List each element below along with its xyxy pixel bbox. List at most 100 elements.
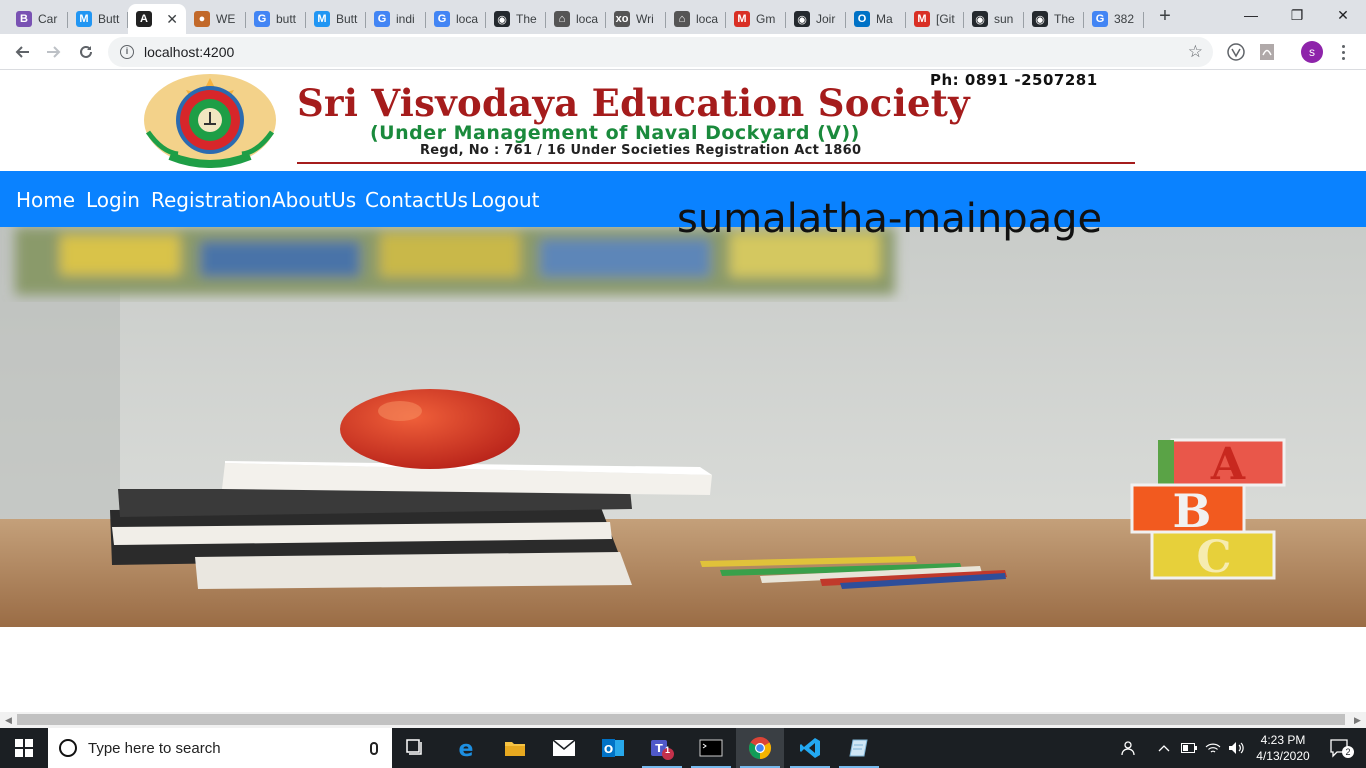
github-icon: ◉ — [972, 11, 988, 27]
browser-tab[interactable]: Gindi — [366, 4, 426, 34]
tab-title: Ma — [876, 12, 893, 26]
edge-icon[interactable]: e — [442, 728, 490, 768]
browser-menu-icon[interactable] — [1334, 40, 1352, 64]
windows-taskbar: Type here to search e O T 1 4:23 PM 4/13… — [0, 728, 1366, 768]
browser-tab[interactable]: ⌂ loca — [666, 4, 726, 34]
terminal-icon[interactable] — [687, 728, 735, 768]
github-icon: ◉ — [494, 11, 510, 27]
scroll-right-arrow-icon[interactable]: ▶ — [1354, 715, 1361, 726]
tab-title: The — [1054, 12, 1075, 26]
pdf-extension-icon[interactable] — [1257, 42, 1277, 62]
browser-tab[interactable]: Gloca — [426, 4, 486, 34]
browser-tab[interactable]: Gbutt — [246, 4, 306, 34]
browser-tab[interactable]: xo Wri — [606, 4, 666, 34]
taskbar-search[interactable]: Type here to search — [48, 728, 392, 768]
minimize-button[interactable]: — — [1228, 0, 1274, 30]
search-placeholder[interactable]: Type here to search — [88, 740, 221, 757]
address-bar[interactable]: i localhost:4200 ☆ — [108, 37, 1213, 67]
new-tab-button[interactable]: + — [1153, 6, 1177, 28]
tab-title: sun — [994, 12, 1014, 26]
people-icon[interactable] — [1118, 728, 1140, 768]
browser-tab[interactable]: A ✕ — [128, 4, 186, 34]
tab-title: Gm — [756, 12, 776, 26]
close-window-button[interactable]: ✕ — [1320, 0, 1366, 30]
tab-title: Butt — [98, 12, 120, 26]
notepad-icon[interactable] — [835, 728, 883, 768]
svg-text:T: T — [655, 742, 663, 755]
reload-button[interactable] — [74, 40, 98, 64]
restore-button[interactable]: ❐ — [1274, 0, 1320, 30]
mail-icon[interactable] — [540, 728, 588, 768]
arrow-left-icon — [15, 46, 29, 58]
bootstrap-icon: B — [16, 11, 32, 27]
browser-tab[interactable]: M Gm — [726, 4, 786, 34]
browser-tab[interactable]: ◉ Joir — [786, 4, 846, 34]
material-icon: M — [314, 11, 330, 27]
nav-registration[interactable]: Registration — [151, 188, 272, 212]
browser-tab[interactable]: ◉ The — [486, 4, 546, 34]
close-tab-icon[interactable]: ✕ — [166, 11, 178, 28]
battery-icon[interactable] — [1180, 728, 1198, 768]
teams-icon[interactable]: T 1 — [638, 728, 686, 768]
material-icon: M — [76, 11, 92, 27]
svg-text:e: e — [459, 737, 474, 759]
svg-text:C: C — [1196, 532, 1231, 583]
file-explorer-icon[interactable] — [491, 728, 539, 768]
svg-text:A: A — [1210, 439, 1246, 490]
browser-tab[interactable]: ◉ The — [1024, 4, 1084, 34]
notification-count: 2 — [1342, 746, 1354, 758]
horizontal-scrollbar[interactable]: ◀ ▶ — [0, 712, 1366, 728]
registration-line: Regd, No : 761 / 16 Under Societies Regi… — [420, 143, 862, 158]
school-logo-icon: ● — [194, 11, 210, 27]
site-info-icon[interactable]: i — [120, 45, 134, 59]
nav-aboutus[interactable]: AboutUs — [272, 188, 356, 212]
vscode-icon[interactable] — [786, 728, 834, 768]
start-button[interactable] — [0, 728, 48, 768]
outlook-icon[interactable]: O — [589, 728, 637, 768]
profile-avatar[interactable]: s — [1301, 41, 1323, 63]
taskbar-clock[interactable]: 4:23 PM 4/13/2020 — [1248, 732, 1318, 764]
society-banner: Ph: 0891 -2507281 Sri Visvodaya Educatio… — [140, 70, 1235, 170]
browser-tab[interactable]: ⌂ loca — [546, 4, 606, 34]
google-icon: G — [254, 11, 270, 27]
task-view-icon[interactable] — [392, 728, 440, 768]
code-icon: ⌂ — [674, 11, 690, 27]
browser-tab[interactable]: ● WE — [186, 4, 246, 34]
nav-logout[interactable]: Logout — [471, 188, 539, 212]
browser-tab[interactable]: M [Git — [906, 4, 964, 34]
management-line: (Under Management of Naval Dockyard (V)) — [370, 122, 860, 144]
tab-title: indi — [396, 12, 415, 26]
xo-icon: xo — [614, 11, 630, 27]
nav-contactus[interactable]: ContactUs — [365, 188, 468, 212]
volume-icon[interactable] — [1227, 728, 1247, 768]
github-icon: ◉ — [794, 11, 810, 27]
outlook-icon: O — [854, 11, 870, 27]
browser-tab[interactable]: B Car — [8, 4, 68, 34]
back-button[interactable] — [10, 40, 34, 64]
chrome-icon[interactable] — [736, 728, 784, 768]
reload-icon — [80, 45, 92, 58]
bookmark-star-icon[interactable]: ☆ — [1188, 42, 1203, 62]
teams-notification-badge: 1 — [665, 745, 671, 755]
microphone-icon[interactable] — [370, 741, 378, 755]
scrollbar-thumb[interactable] — [17, 714, 1345, 725]
vue-devtools-extension-icon[interactable] — [1226, 42, 1246, 62]
forward-button[interactable] — [42, 40, 66, 64]
browser-tab[interactable]: M Butt — [68, 4, 128, 34]
browser-tab[interactable]: ◉ sun — [964, 4, 1024, 34]
show-hidden-icons-icon[interactable] — [1156, 728, 1172, 768]
nav-home[interactable]: Home — [16, 188, 75, 212]
gmail-icon: M — [734, 11, 750, 27]
cortana-icon — [59, 739, 77, 757]
tab-title: 382 — [1114, 12, 1135, 26]
wifi-icon[interactable] — [1204, 728, 1222, 768]
hero-classroom-image: A B C — [0, 227, 1366, 627]
nav-login[interactable]: Login — [86, 188, 140, 212]
browser-tab[interactable]: O Ma — [846, 4, 906, 34]
browser-tab[interactable]: M Butt — [306, 4, 366, 34]
browser-tab[interactable]: G 382 — [1084, 4, 1144, 34]
action-center-button[interactable]: 2 — [1322, 728, 1358, 768]
url-text[interactable]: localhost:4200 — [144, 44, 234, 60]
tab-title: The — [516, 12, 537, 26]
scroll-left-arrow-icon[interactable]: ◀ — [5, 715, 12, 726]
